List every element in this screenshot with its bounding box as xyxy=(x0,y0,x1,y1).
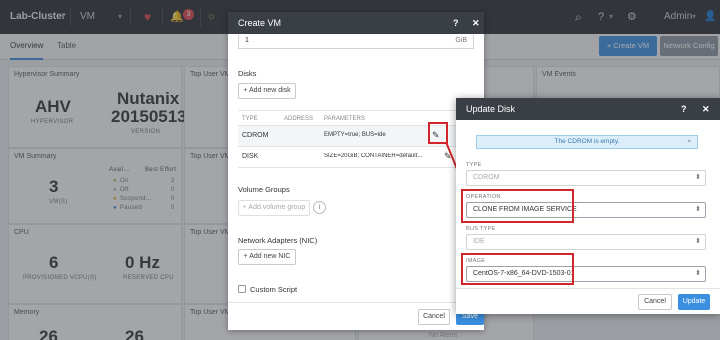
type-value: CDROM xyxy=(473,174,500,181)
custom-script-checkbox[interactable] xyxy=(238,285,246,293)
divider xyxy=(228,302,484,303)
bus-type-label: BUS TYPE xyxy=(466,226,496,232)
memory-unit: GiB xyxy=(455,37,467,44)
select-caret-icon: ⬍ xyxy=(695,174,701,181)
disk-type: CDROM xyxy=(242,132,269,139)
select-caret-icon: ⬍ xyxy=(695,238,701,245)
type-select[interactable]: CDROM ⬍ xyxy=(466,170,706,186)
network-adapters-label: Network Adapters (NIC) xyxy=(238,236,318,245)
help-icon[interactable]: ? xyxy=(681,98,687,120)
dialog-header: Update Disk ? ✕ xyxy=(456,98,720,120)
type-label: TYPE xyxy=(466,162,482,168)
close-icon[interactable]: ✕ xyxy=(702,98,710,120)
add-new-nic-button[interactable]: + Add new NIC xyxy=(238,249,296,265)
update-button[interactable]: Update xyxy=(678,294,710,310)
dialog-title: Update Disk xyxy=(466,104,516,114)
help-icon[interactable]: ? xyxy=(453,12,459,34)
info-alert: The CDROM is empty. × xyxy=(476,135,698,149)
divider xyxy=(238,110,474,111)
info-icon[interactable]: i xyxy=(313,201,326,214)
column-header-parameters: PARAMETERS xyxy=(324,116,365,122)
highlight-image-field xyxy=(461,253,574,285)
close-icon[interactable]: ✕ xyxy=(472,12,480,34)
disk-parameters: EMPTY=true; BUS=ide xyxy=(324,132,386,138)
disks-section-label: Disks xyxy=(238,69,257,78)
highlight-operation-field xyxy=(461,189,574,223)
dialog-header: Create VM ? ✕ xyxy=(228,12,484,34)
column-header-type: TYPE xyxy=(242,116,258,122)
dialog-title: Create VM xyxy=(238,18,282,28)
cancel-button[interactable]: Cancel xyxy=(418,309,450,325)
memory-field[interactable]: 1 GiB xyxy=(238,35,474,49)
disk-parameters: SIZE=20GiB; CONTAINER=default... xyxy=(324,153,423,159)
info-text: The CDROM is empty. xyxy=(554,138,620,145)
column-header-address: ADDRESS xyxy=(284,116,314,122)
divider xyxy=(456,288,720,289)
select-caret-icon: ⬍ xyxy=(695,206,701,213)
volume-groups-label: Volume Groups xyxy=(238,185,290,194)
cancel-button[interactable]: Cancel xyxy=(638,294,672,310)
select-caret-icon: ⬍ xyxy=(695,270,701,277)
add-new-disk-button[interactable]: + Add new disk xyxy=(238,83,296,99)
table-row[interactable]: DISK SIZE=20GiB; CONTAINER=default... ✎ … xyxy=(238,147,474,167)
memory-value: 1 xyxy=(245,37,249,44)
bus-type-select[interactable]: IDE ⬍ xyxy=(466,234,706,250)
bus-type-value: IDE xyxy=(473,238,485,245)
add-volume-group-button[interactable]: + Add volume group xyxy=(238,200,310,216)
custom-script-label: Custom Script xyxy=(250,285,298,294)
divider xyxy=(238,167,474,168)
disk-type: DISK xyxy=(242,153,259,160)
dismiss-icon[interactable]: × xyxy=(687,136,691,148)
